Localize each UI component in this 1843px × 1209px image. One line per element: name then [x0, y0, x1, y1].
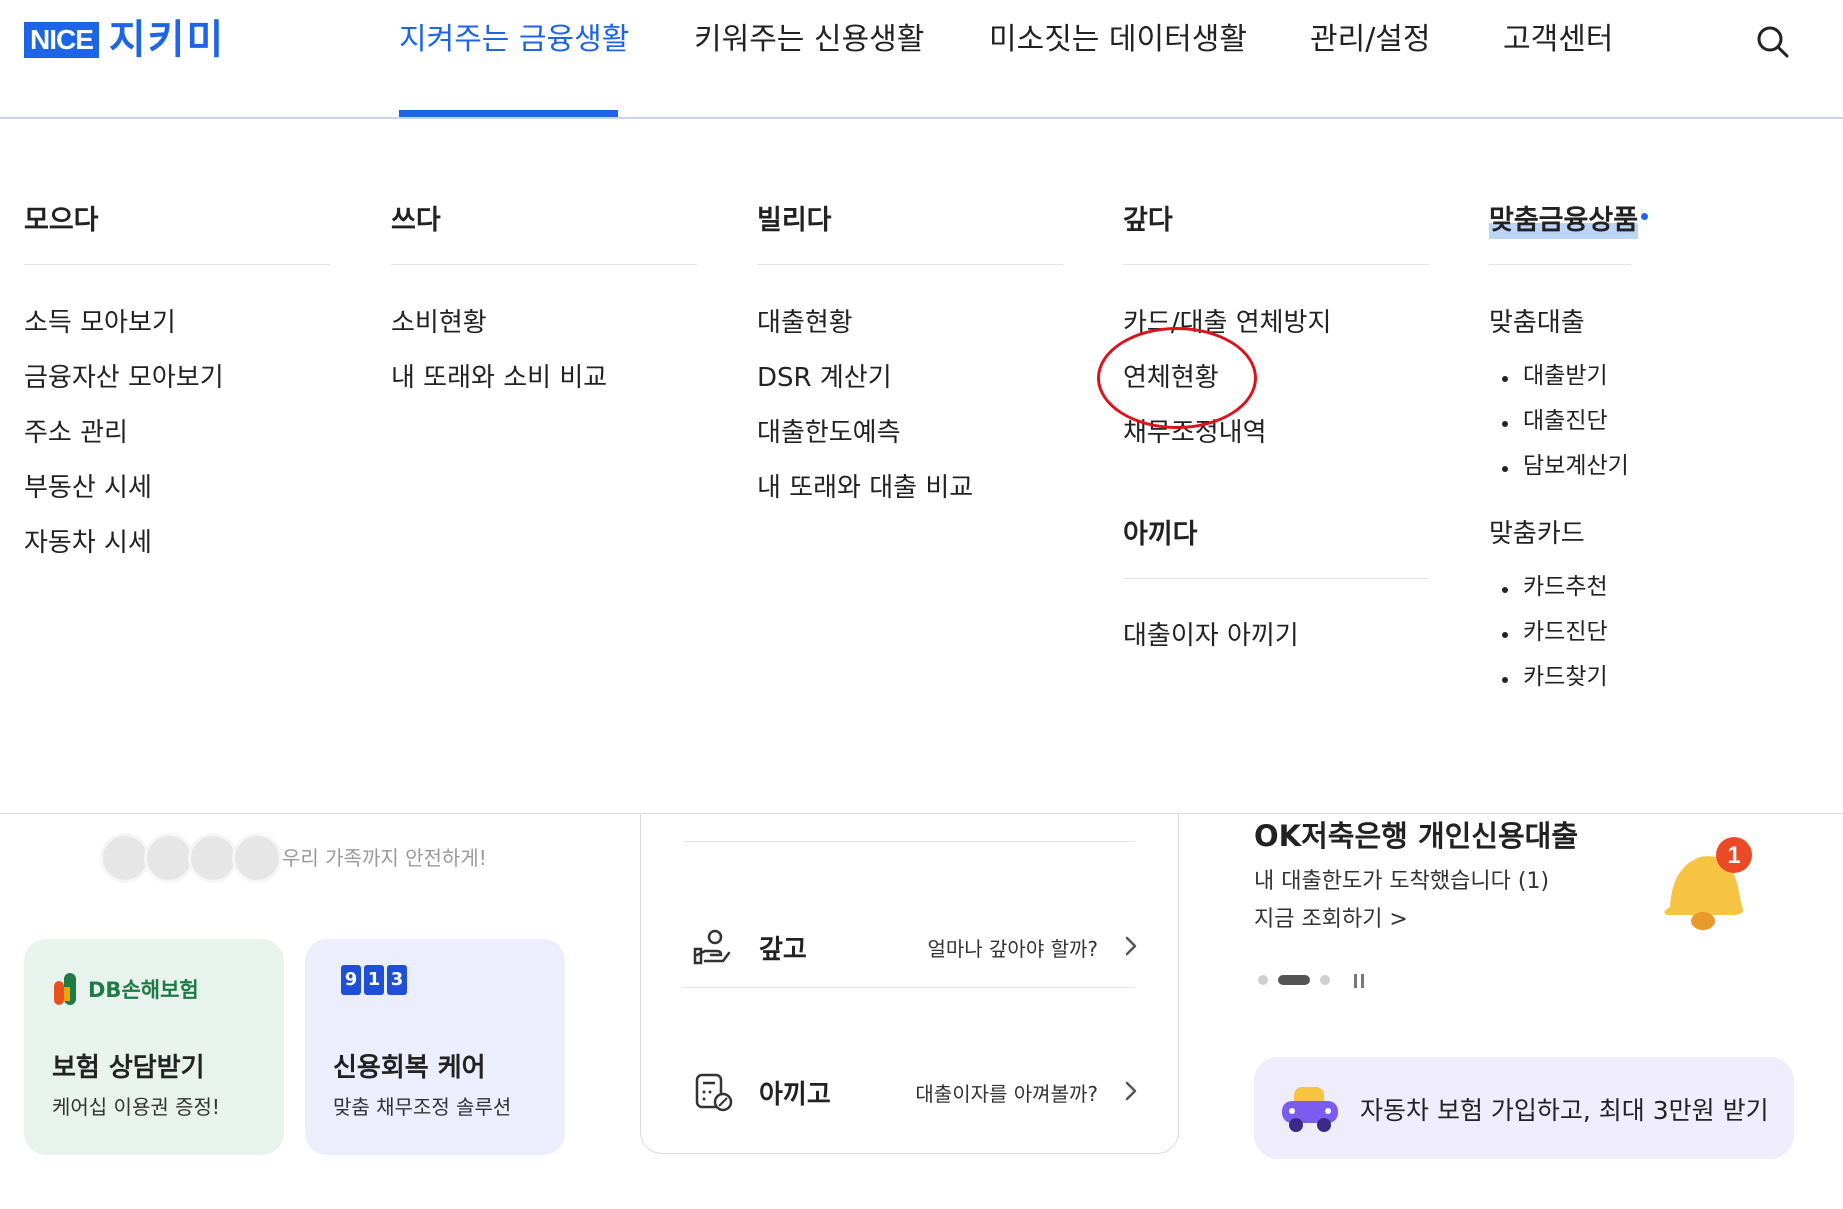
divider [391, 264, 697, 265]
menu-link[interactable]: 소득 모아보기 [24, 306, 176, 340]
db-logo-text: DB손해보험 [88, 978, 199, 1002]
promo-check-link[interactable]: 지금 조회하기 > [1254, 901, 1408, 933]
page-content: 우리 가족까지 안전하게! DB손해보험 보험 상담받기 케어십 이용권 증정!… [0, 811, 1843, 1209]
highlight-circle-annotation [1097, 327, 1257, 429]
nav-item-data-life[interactable]: 미소짓는 데이터생활 [989, 20, 1247, 60]
menu-link[interactable]: DSR 계산기 [757, 361, 892, 395]
sub-link[interactable]: 카드진단 [1523, 617, 1608, 647]
divider [1123, 264, 1429, 265]
menu-link[interactable]: 소비현황 [391, 306, 487, 340]
menu-link[interactable]: 대출한도예측 [757, 416, 901, 450]
hand-coin-icon [693, 929, 731, 965]
divider [683, 987, 1135, 988]
menu-link[interactable]: 대출현황 [757, 306, 853, 340]
avatar [144, 833, 194, 883]
promo-subtitle: 내 대출한도가 도착했습니다 (1) [1254, 869, 1550, 894]
nav-item-settings[interactable]: 관리/설정 [1310, 20, 1431, 60]
card-subtitle: 케어십 이용권 증정! [52, 1095, 220, 1119]
menu-link[interactable]: 내 또래와 소비 비교 [391, 361, 607, 395]
family-safety-text: 우리 가족까지 안전하게! [282, 846, 487, 870]
pager-dot-active[interactable] [1278, 975, 1310, 985]
digit: 1 [364, 965, 384, 995]
shield-avatar [232, 833, 282, 883]
car-insurance-banner[interactable]: 자동차 보험 가입하고, 최대 3만원 받기 [1254, 1057, 1794, 1159]
pause-icon[interactable] [1352, 973, 1366, 989]
insurance-consult-card[interactable]: DB손해보험 보험 상담받기 케어십 이용권 증정! [24, 939, 284, 1155]
digit: 3 [387, 965, 407, 995]
car-banner-text: 자동차 보험 가입하고, 최대 3만원 받기 [1360, 1096, 1769, 1125]
column-title: 쓰다 [391, 205, 441, 236]
nav-item-customer-center[interactable]: 고객센터 [1503, 20, 1613, 60]
quick-menu-title: 아끼고 [759, 1080, 831, 1110]
column-title: 갚다 [1123, 205, 1173, 236]
new-dot-icon [1641, 213, 1648, 220]
divider [683, 841, 1135, 842]
chevron-right-icon [1125, 1081, 1137, 1101]
header: NICE 지키미 지켜주는 금융생활 키워주는 신용생활 미소짓는 데이터생활 … [0, 0, 1843, 119]
quick-menu-save[interactable]: 아끼고 대출이자를 아껴볼까? [641, 1062, 1178, 1122]
bullet-icon [1502, 466, 1508, 472]
divider [1489, 264, 1631, 265]
search-icon[interactable] [1755, 24, 1791, 60]
nav-item-finance-life[interactable]: 지켜주는 금융생활 [399, 20, 629, 60]
logo-text: 지키미 [108, 17, 226, 63]
sub-link[interactable]: 카드추천 [1523, 572, 1608, 602]
sub-link[interactable]: 대출받기 [1523, 361, 1608, 391]
card-title: 보험 상담받기 [52, 1053, 205, 1083]
menu-link[interactable]: 대출이자 아끼기 [1123, 619, 1299, 653]
quick-menu-desc: 얼마나 갚아야 할까? [927, 937, 1098, 961]
divider [757, 264, 1063, 265]
nav-active-underline [399, 110, 618, 117]
menu-link[interactable]: 금융자산 모아보기 [24, 361, 224, 395]
logo-nice: NICE [24, 22, 99, 58]
divider [1123, 578, 1429, 579]
mega-menu: 모으다 소득 모아보기 금융자산 모아보기 주소 관리 부동산 시세 자동차 시… [0, 119, 1843, 814]
menu-link[interactable]: 자동차 시세 [24, 526, 152, 560]
column-title: 모으다 [24, 205, 99, 236]
nav-item-credit-life[interactable]: 키워주는 신용생활 [694, 20, 924, 60]
menu-link[interactable]: 내 또래와 대출 비교 [757, 471, 973, 505]
column-title: 맞춤금융상품 [1489, 203, 1639, 239]
menu-group-title-loan[interactable]: 맞춤대출 [1489, 306, 1585, 340]
quick-menu-title: 갚고 [759, 935, 807, 965]
card-subtitle: 맞춤 채무조정 솔루션 [333, 1095, 512, 1119]
chevron-right-icon [1125, 936, 1137, 956]
menu-group-title-card[interactable]: 맞춤카드 [1489, 517, 1585, 551]
bullet-icon [1502, 587, 1508, 593]
sub-link[interactable]: 대출진단 [1523, 406, 1608, 436]
column-title: 빌리다 [757, 205, 832, 236]
column-title: 아끼다 [1123, 519, 1198, 550]
logo[interactable]: NICE 지키미 [24, 18, 225, 62]
card-title: 신용회복 케어 [333, 1053, 486, 1083]
credit-recovery-card[interactable]: 9 1 3 신용회복 케어 맞춤 채무조정 솔루션 [305, 939, 565, 1155]
family-avatars [100, 833, 282, 883]
bullet-icon [1502, 632, 1508, 638]
pager-dot[interactable] [1258, 975, 1268, 985]
digit: 9 [341, 965, 361, 995]
carousel-pager[interactable] [1258, 975, 1330, 985]
sub-link[interactable]: 담보계산기 [1523, 451, 1629, 481]
quick-menu-desc: 대출이자를 아껴볼까? [915, 1082, 1098, 1106]
pager-dot[interactable] [1320, 975, 1330, 985]
bullet-icon [1502, 677, 1508, 683]
avatar [188, 833, 238, 883]
car-icon [1282, 1087, 1338, 1132]
quick-menu-repay[interactable]: 갚고 얼마나 갚아야 할까? [641, 917, 1178, 977]
avatar [100, 833, 150, 883]
bell-badge-count: 1 [1727, 842, 1740, 869]
db-insurance-logo: DB손해보험 [52, 969, 199, 1009]
sub-link[interactable]: 카드찾기 [1523, 662, 1608, 692]
calculator-percent-icon [695, 1073, 733, 1112]
bullet-icon [1502, 376, 1508, 382]
913-logo: 9 1 3 [341, 965, 407, 995]
bell-notification-icon: 1 [1664, 837, 1752, 930]
menu-link[interactable]: 주소 관리 [24, 416, 128, 450]
promo-title: OK저축은행 개인신용대출 [1254, 819, 1579, 853]
divider [24, 264, 330, 265]
bullet-icon [1502, 421, 1508, 427]
menu-link[interactable]: 부동산 시세 [24, 471, 152, 505]
quick-menu-panel: 갚고 얼마나 갚아야 할까? 아끼고 대출이자를 아껴볼까? [640, 811, 1179, 1154]
db-logo-icon [54, 973, 76, 1005]
